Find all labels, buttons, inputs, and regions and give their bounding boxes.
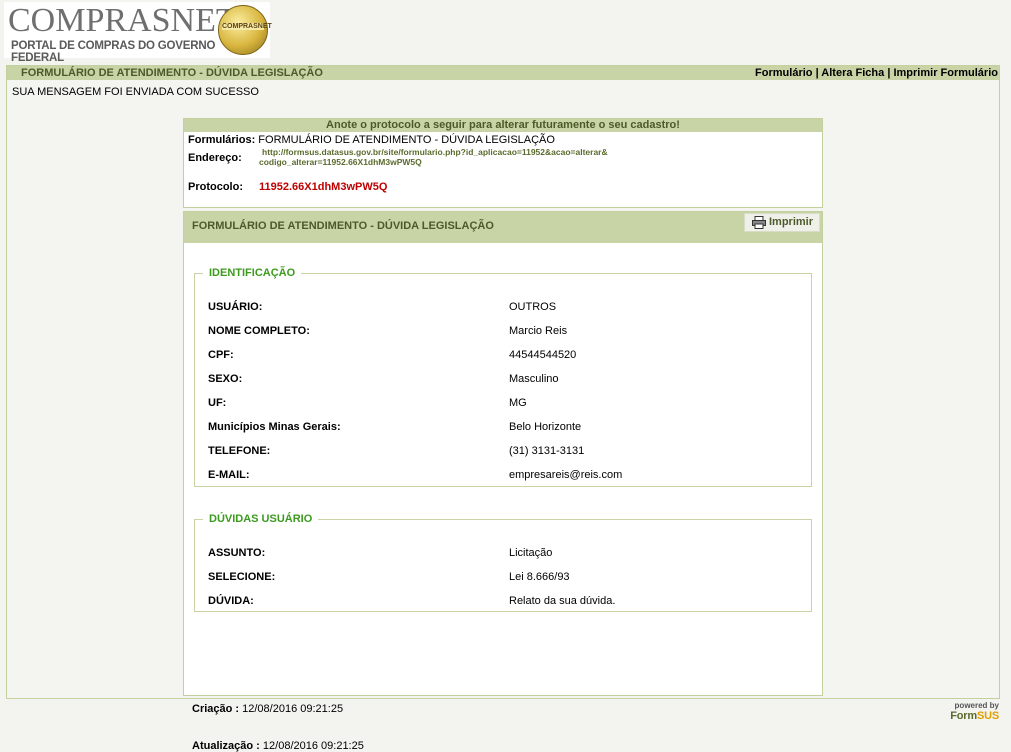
criacao-label: Criação : [192, 703, 240, 715]
duvidas-legend: DÚVIDAS USUÁRIO [209, 513, 313, 525]
address-link[interactable]: http://formsus.datasus.gov.br/site/formu… [259, 147, 679, 167]
field-value: Masculino [509, 373, 559, 385]
link-separator: | [815, 67, 819, 79]
field-label: UF: [208, 397, 227, 409]
field-value: Belo Horizonte [509, 421, 582, 433]
link-separator: | [887, 67, 891, 79]
top-links: Formulário | Altera Ficha | Imprimir For… [755, 66, 998, 80]
field-label: DÚVIDA: [208, 595, 254, 607]
field-value: (31) 3131-3131 [509, 445, 585, 457]
identificacao-legend: IDENTIFICAÇÃO [209, 267, 296, 279]
field-label: Municípios Minas Gerais: [208, 421, 341, 433]
atualizacao-row: Atualização : 12/08/2016 09:21:25 [192, 740, 364, 752]
form-value: FORMULÁRIO DE ATENDIMENTO - DÚVIDA LEGIS… [258, 134, 555, 146]
field-label: E-MAIL: [208, 469, 250, 481]
atualizacao-label: Atualização : [192, 740, 260, 752]
form-sheet: FORMULÁRIO DE ATENDIMENTO - DÚVIDA LEGIS… [183, 211, 823, 752]
field-label: CPF: [208, 349, 234, 361]
address-line-1[interactable]: http://formsus.datasus.gov.br/site/formu… [259, 147, 679, 157]
logo-title: COMPRASNET [8, 2, 237, 39]
field-label: NOME COMPLETO: [208, 325, 310, 337]
formsus-logo: FormSUS [950, 710, 999, 722]
sheet-header: FORMULÁRIO DE ATENDIMENTO - DÚVIDA LEGIS… [184, 212, 822, 243]
criacao-value: 12/08/2016 09:21:25 [242, 703, 344, 715]
address-label: Endereço: [188, 152, 242, 164]
powered-by-formsus[interactable]: powered by FormSUS [950, 701, 999, 722]
field-value: Licitação [509, 547, 553, 559]
powered-by-text: powered by [954, 701, 999, 710]
link-altera-ficha[interactable]: Altera Ficha [821, 67, 884, 79]
form-label: Formulários: [188, 134, 256, 146]
comprasnet-logo[interactable]: COMPRASNET PORTAL DE COMPRAS DO GOVERNO … [4, 2, 272, 64]
brand-b: SUS [976, 710, 999, 722]
protocol-value: 11952.66X1dhM3wPW5Q [259, 181, 388, 193]
logo-seal-icon: COMPRASNET [218, 5, 272, 55]
field-value: Relato da sua dúvida. [509, 595, 616, 607]
print-label: Imprimir [769, 216, 814, 228]
printer-icon [752, 216, 766, 229]
sheet-title: FORMULÁRIO DE ATENDIMENTO - DÚVIDA LEGIS… [192, 220, 494, 232]
field-value: Marcio Reis [509, 325, 568, 337]
duvidas-section: DÚVIDAS USUÁRIO ASSUNTO: Licitação SELECIO… [194, 513, 812, 612]
field-label: SEXO: [208, 373, 243, 385]
field-value: MG [509, 397, 527, 409]
address-line-2[interactable]: codigo_alterar=11952.66X1dhM3wPW5Q [259, 157, 679, 167]
field-value: OUTROS [509, 301, 557, 313]
identificacao-section: IDENTIFICAÇÃO USUÁRIO: OUTROS NOME COMPLET… [194, 267, 812, 487]
protocol-header: Anote o protocolo a seguir para alterar … [184, 119, 822, 132]
link-imprimir-formulario[interactable]: Imprimir Formulário [893, 67, 998, 79]
top-bar: FORMULÁRIO DE ATENDIMENTO - DÚVIDA LEGIS… [7, 66, 999, 80]
field-value: 44544544520 [509, 349, 577, 361]
link-formulario[interactable]: Formulário [755, 67, 812, 79]
success-message: SUA MENSAGEM FOI ENVIADA COM SUCESSO [12, 86, 259, 98]
main-panel: FORMULÁRIO DE ATENDIMENTO - DÚVIDA LEGIS… [6, 65, 1000, 752]
protocol-label: Protocolo: [188, 181, 243, 193]
field-value: empresareis@reis.com [509, 469, 623, 481]
field-value: Lei 8.666/93 [509, 571, 570, 583]
criacao-row: Criação : 12/08/2016 09:21:25 [192, 703, 343, 715]
brand-a: Form [950, 710, 977, 722]
field-label: ASSUNTO: [208, 547, 266, 559]
protocol-box: Anote o protocolo a seguir para alterar … [183, 118, 823, 208]
page-title: FORMULÁRIO DE ATENDIMENTO - DÚVIDA LEGIS… [21, 67, 323, 79]
field-label: TELEFONE: [208, 445, 271, 457]
print-button[interactable]: Imprimir [744, 213, 820, 232]
field-label: SELECIONE: [208, 571, 276, 583]
atualizacao-value: 12/08/2016 09:21:25 [262, 740, 364, 752]
field-label: USUÁRIO: [208, 301, 263, 313]
form-row: Formulários: FORMULÁRIO DE ATENDIMENTO -… [188, 134, 555, 146]
